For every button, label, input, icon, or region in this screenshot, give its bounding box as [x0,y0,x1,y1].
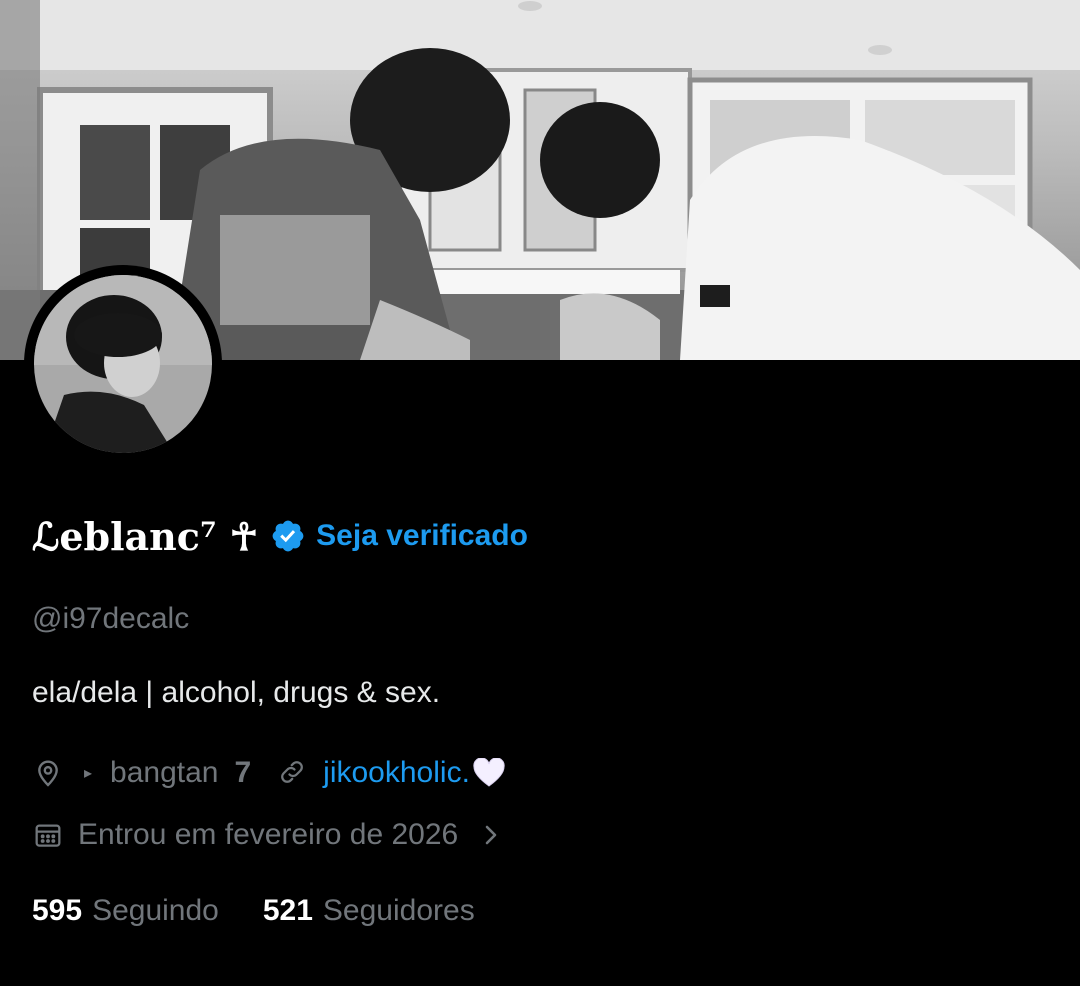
location-suffix: 7 [234,756,252,789]
followers-stat[interactable]: 521 Seguidores [263,894,475,928]
joined-row[interactable]: Entrou em fevereiro de 2026 [32,812,500,858]
calendar-icon [32,819,64,851]
white-heart-icon [472,758,506,788]
display-name: ℒeblanc⁷ ☥ [32,513,259,559]
chevron-right-icon[interactable] [482,821,500,849]
location-text: bangtan [110,756,219,789]
profile-avatar[interactable] [24,265,222,463]
get-verified-link[interactable]: Seja verificado [316,519,528,553]
map-pin-icon [32,757,64,789]
location-arrow: ▸ [84,765,93,782]
followers-count: 521 [262,894,313,927]
verified-badge-icon[interactable] [270,518,306,554]
followers-label: Seguidores [322,894,475,927]
profile-meta-row: ▸ bangtan 7 jikookholic. [32,750,506,796]
follow-stats: 595 Seguindo 521 Seguidores [32,888,475,934]
bio-text: ela/dela | alcohol, drugs & sex. [32,676,441,709]
link-icon [277,757,309,789]
following-label: Seguindo [92,894,219,927]
avatar-photo [34,275,212,453]
following-stat[interactable]: 595 Seguindo [32,894,219,928]
user-handle: @i97decalc [32,602,190,635]
website-link[interactable]: jikookholic. [323,756,470,790]
name-row: ℒeblanc⁷ ☥ Seja verificado [32,506,528,566]
joined-date: Entrou em fevereiro de 2026 [78,818,459,851]
following-count: 595 [32,894,83,927]
